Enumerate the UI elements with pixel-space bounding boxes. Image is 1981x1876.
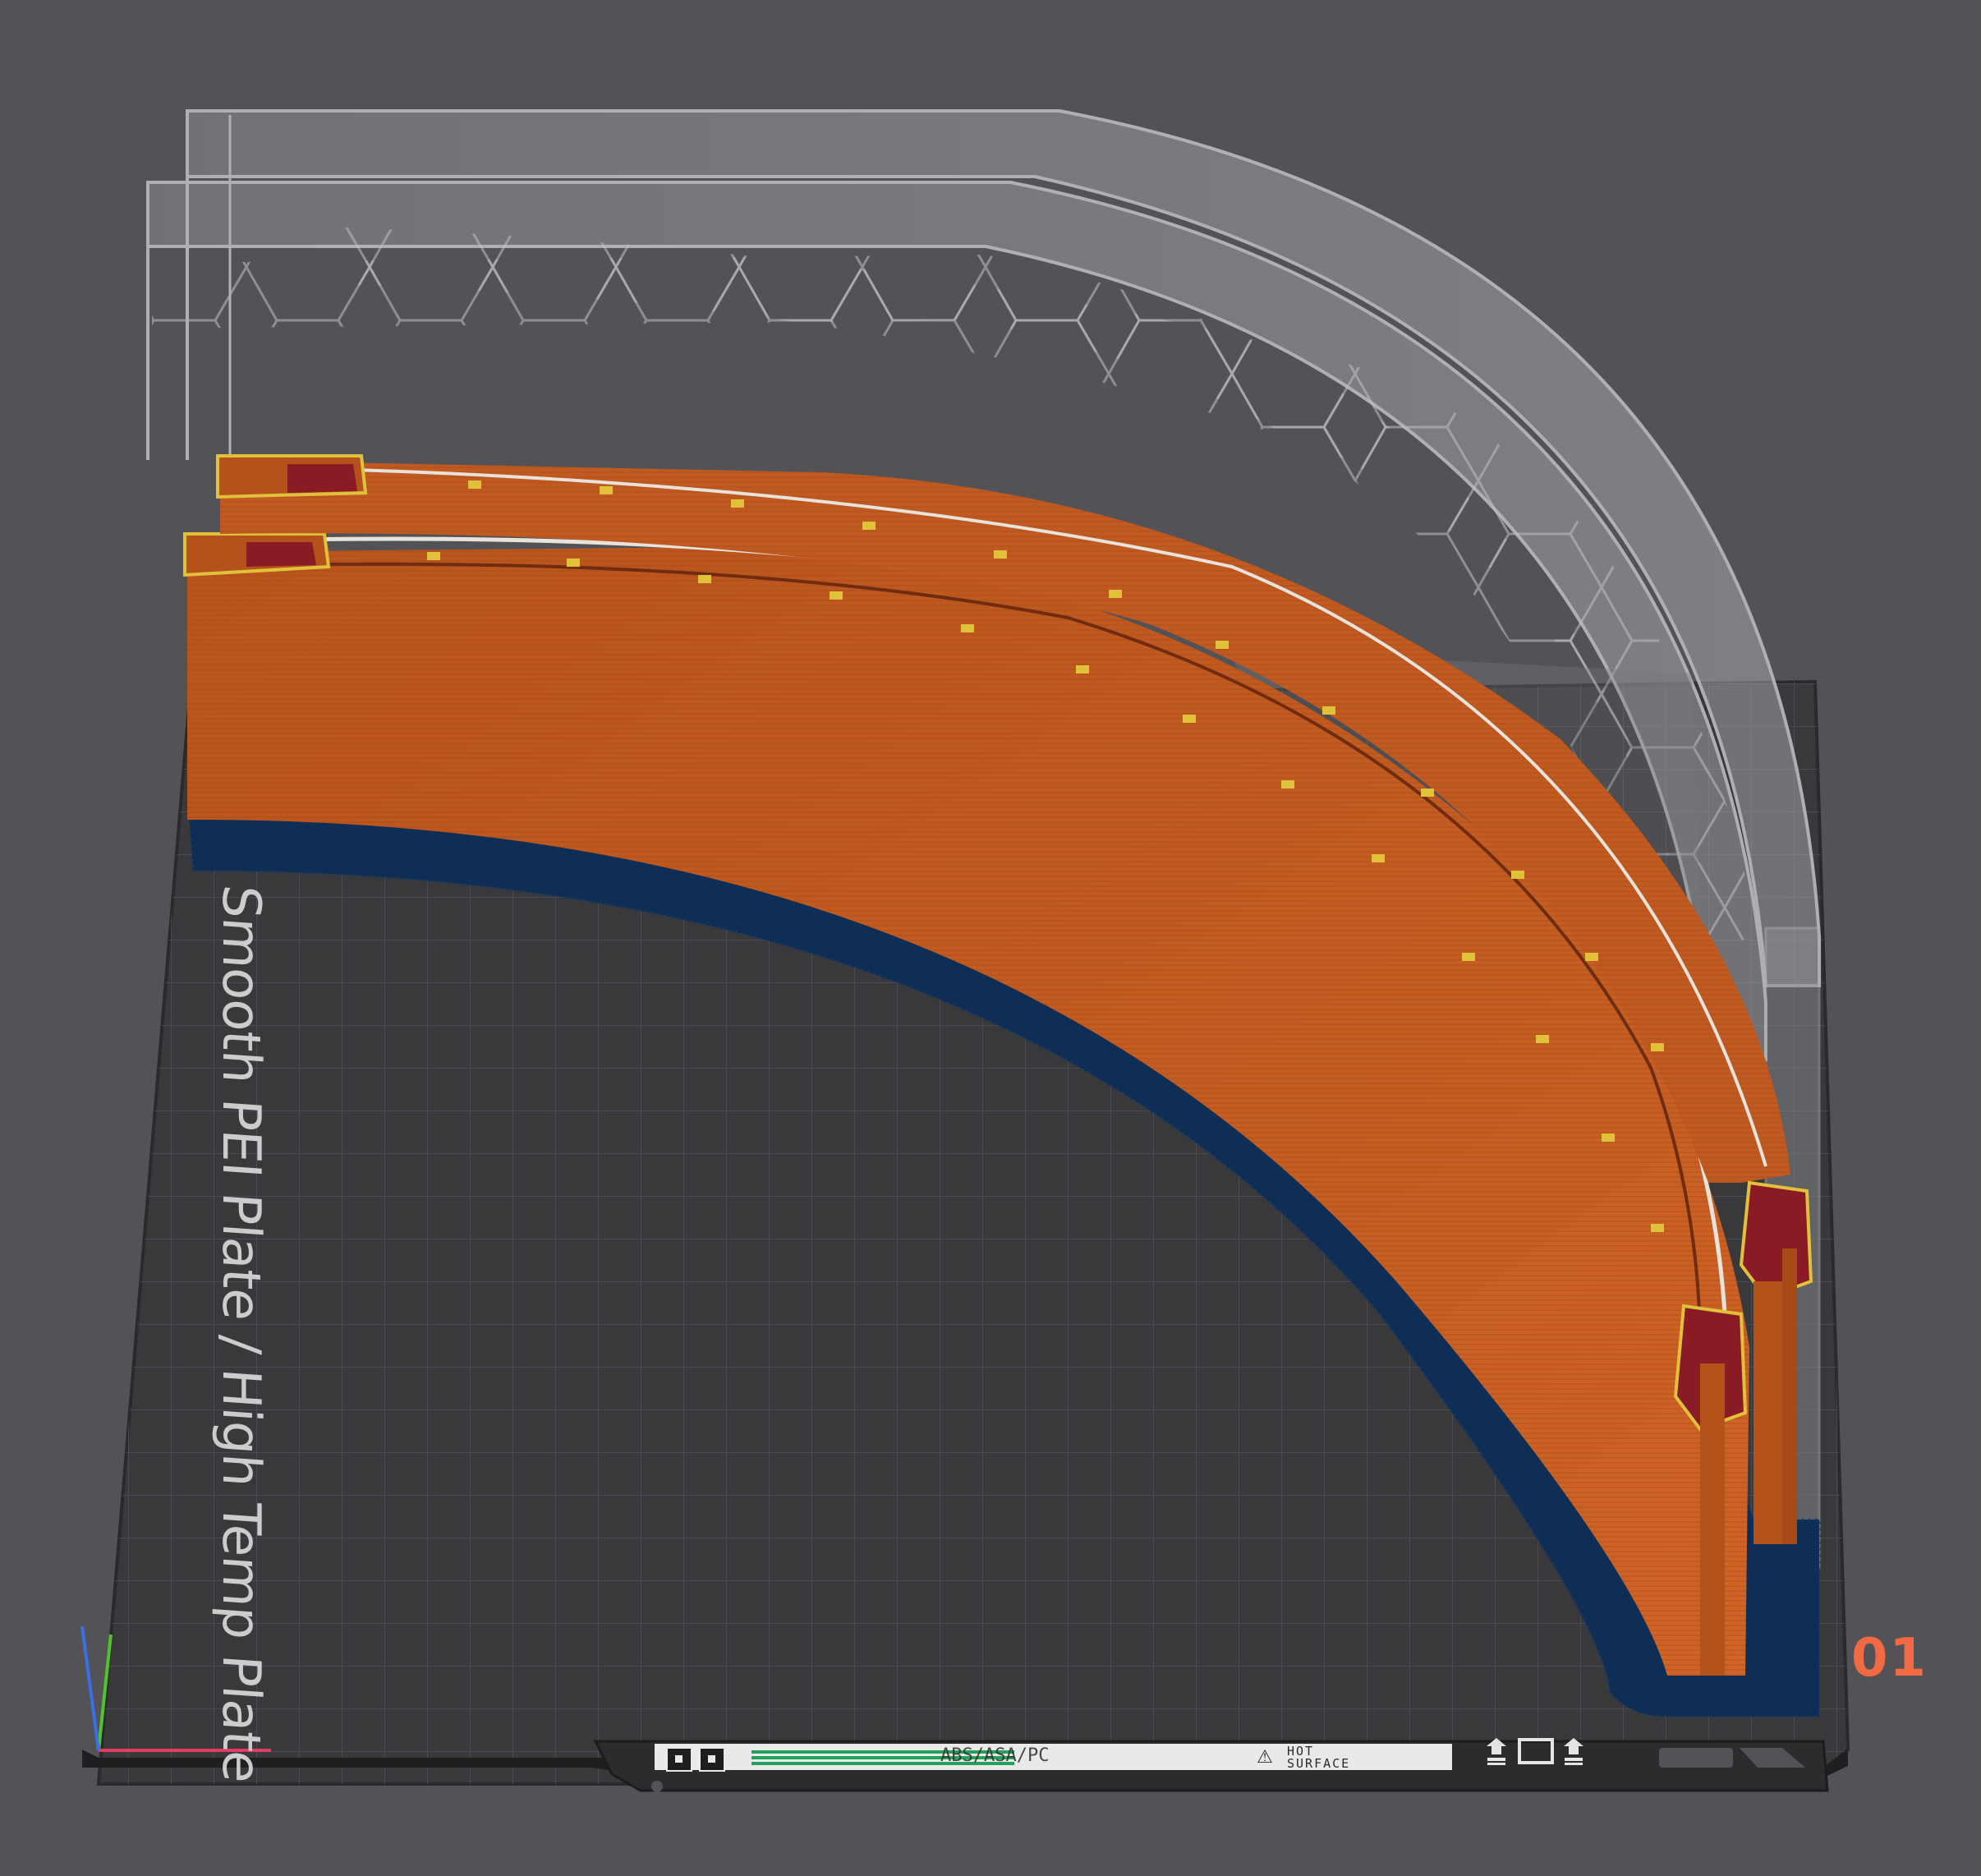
hot-surface-warning-icon: ⚠ [1257,1747,1273,1768]
qr-code-icon [699,1747,725,1772]
plate-type-text: Smooth PEI Plate / High Temp Plate [210,882,271,1785]
hot-surface-text: HOT SURFACE [1287,1744,1351,1771]
arrow-up-bar-icon [1487,1738,1506,1765]
3d-viewport[interactable]: Smooth PEI Plate / High Temp Plate 01 AB… [0,0,1981,1876]
material-text: ABS/ASA/PC [940,1745,1050,1766]
plate-number[interactable]: 01 [1851,1628,1928,1689]
plate-outline-icon [1518,1738,1554,1764]
arrow-up-bar-icon [1564,1738,1583,1765]
qr-code-icon [666,1747,692,1772]
plate-slot [1659,1748,1733,1768]
plate-scene [80,109,1850,1792]
plate-icons [1487,1738,1583,1765]
z-axis [80,1625,100,1751]
plate-hole [651,1781,663,1792]
plate-label-strip: ABS/ASA/PC ⚠ HOT SURFACE [653,1742,1454,1772]
